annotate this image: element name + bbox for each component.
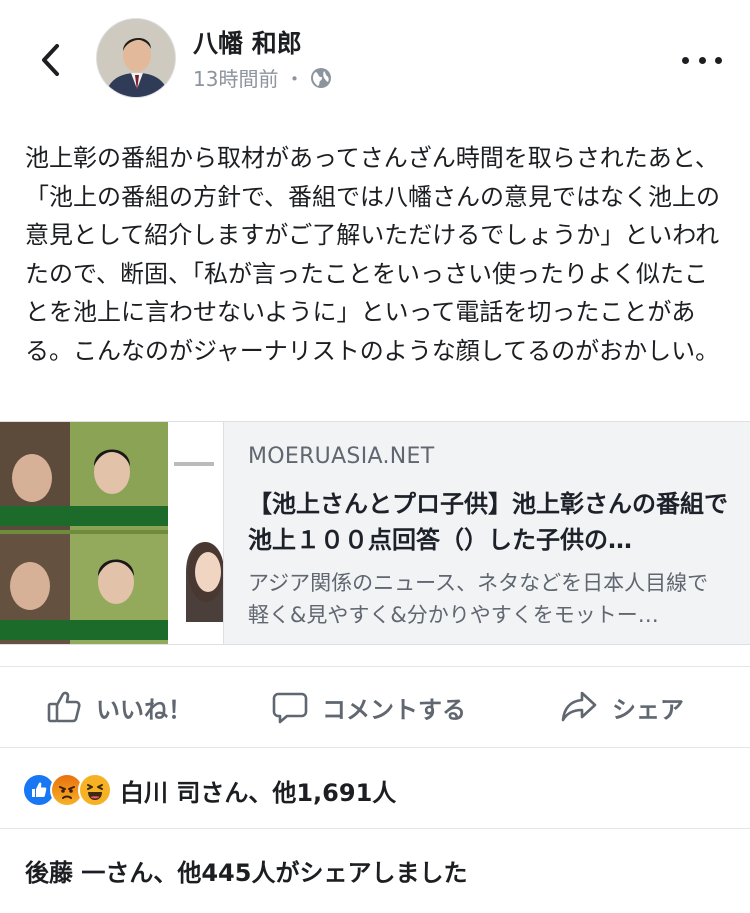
- link-title[interactable]: 【池上さんとプロ子供】池上彰さんの番組で池上１００点回答（）した子供の…: [248, 486, 728, 558]
- shares-text[interactable]: 後藤 一さん、他445人がシェアしました: [25, 853, 467, 888]
- avatar[interactable]: [96, 18, 176, 98]
- thumbs-up-icon: [47, 691, 81, 723]
- share-label: シェア: [612, 695, 684, 724]
- post-meta: 13時間前 ・: [193, 63, 332, 92]
- more-options-button[interactable]: [682, 46, 722, 74]
- share-arrow-icon: [561, 691, 597, 722]
- link-domain: MOERUASIA.NET: [248, 444, 435, 469]
- meta-separator: ・: [284, 67, 305, 91]
- like-button[interactable]: いいね！: [46, 687, 192, 727]
- link-description: アジア関係のニュース、ネタなどを日本人目線で軽く&見やすく&分かりやすくをモット…: [248, 571, 709, 627]
- post-time[interactable]: 13時間前: [193, 63, 278, 92]
- chevron-left-icon: [42, 44, 59, 76]
- more-dot-icon: [698, 56, 706, 64]
- link-preview-card[interactable]: MOERUASIA.NET 【池上さんとプロ子供】池上彰さんの番組で池上１００点…: [0, 421, 750, 645]
- post-header: 八幡 和郎 13時間前 ・: [0, 0, 750, 122]
- like-label: いいね！: [96, 695, 192, 724]
- reactions-count-text[interactable]: 白川 司さん、他1,691人: [120, 773, 396, 808]
- back-button[interactable]: [30, 38, 70, 82]
- globe-icon: [311, 67, 332, 88]
- reactions-summary[interactable]: 白川 司さん、他1,691人: [22, 770, 396, 810]
- more-dot-icon: [682, 56, 689, 64]
- post-body-text: 池上彰の番組から取材があってさんざん時間を取らされたあと、「池上の番組の方針で、…: [25, 144, 721, 365]
- divider: [0, 828, 750, 829]
- post-action-bar: いいね！ コメントする シェア: [0, 666, 750, 748]
- comment-icon: [272, 692, 308, 724]
- share-button[interactable]: シェア: [560, 687, 684, 727]
- haha-reaction-icon: [78, 773, 112, 807]
- comment-label: コメントする: [322, 695, 466, 724]
- more-dot-icon: [715, 56, 722, 64]
- link-thumbnail: [0, 422, 224, 644]
- comment-button[interactable]: コメントする: [272, 687, 466, 727]
- author-name[interactable]: 八幡 和郎: [193, 24, 302, 60]
